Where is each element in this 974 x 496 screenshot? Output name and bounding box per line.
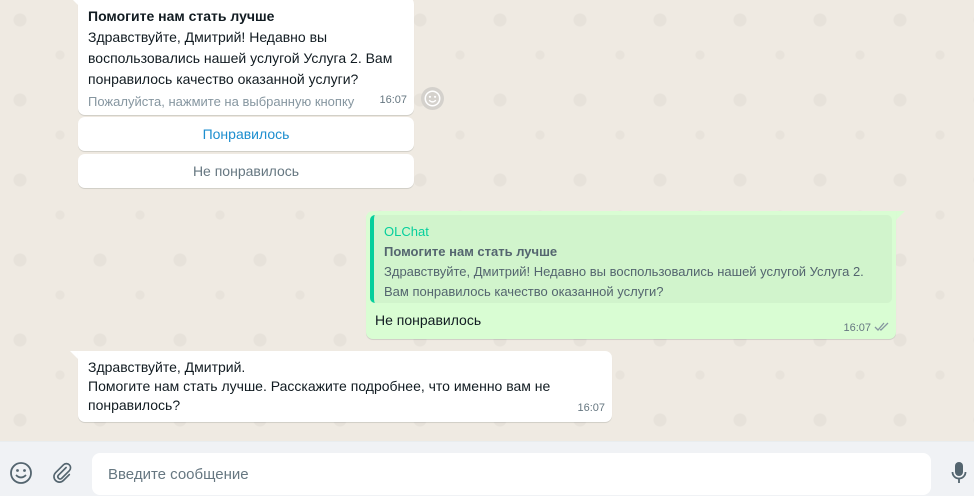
message-text: Не понравилось xyxy=(375,312,482,328)
message-input[interactable] xyxy=(92,453,931,495)
quote-title: Помогите нам стать лучше xyxy=(384,244,558,259)
quick-reply-liked-button[interactable]: Понравилось xyxy=(78,117,414,151)
message-time: 16:07 xyxy=(843,322,871,334)
outgoing-message: OLChat Помогите нам стать лучше Здравств… xyxy=(366,211,896,339)
paperclip-icon[interactable] xyxy=(49,460,75,486)
message-text: Здравствуйте, Дмитрий! Недавно вы воспол… xyxy=(88,29,393,87)
quote-text-line2: Вам понравилось качество оказанной услуг… xyxy=(384,284,664,299)
message-footer: Пожалуйста, нажмите на выбранную кнопку xyxy=(88,94,355,109)
incoming-message: Помогите нам стать лучше Здравствуйте, Д… xyxy=(78,0,414,115)
microphone-icon[interactable] xyxy=(946,460,972,486)
message-time: 16:07 xyxy=(577,402,605,414)
message-text-line1: Здравствуйте, Дмитрий. xyxy=(88,359,246,375)
quoted-message[interactable]: OLChat Помогите нам стать лучше Здравств… xyxy=(370,215,892,303)
double-check-icon xyxy=(874,321,890,335)
message-text-line2: Помогите нам стать лучше. Расскажите под… xyxy=(88,378,551,413)
react-emoji-icon[interactable] xyxy=(421,87,444,110)
quick-reply-disliked-button[interactable]: Не понравилось xyxy=(78,154,414,188)
message-meta: 16:07 xyxy=(843,321,890,335)
message-title: Помогите нам стать лучше xyxy=(88,8,275,24)
message-time: 16:07 xyxy=(379,94,407,106)
quote-text-line1: Здравствуйте, Дмитрий! Недавно вы воспол… xyxy=(384,264,864,279)
emoji-icon[interactable] xyxy=(8,460,34,486)
composer-bar xyxy=(0,441,974,496)
incoming-message: Здравствуйте, Дмитрий. Помогите нам стат… xyxy=(78,351,612,422)
quote-author: OLChat xyxy=(384,224,429,239)
bubble-tail xyxy=(896,211,905,220)
